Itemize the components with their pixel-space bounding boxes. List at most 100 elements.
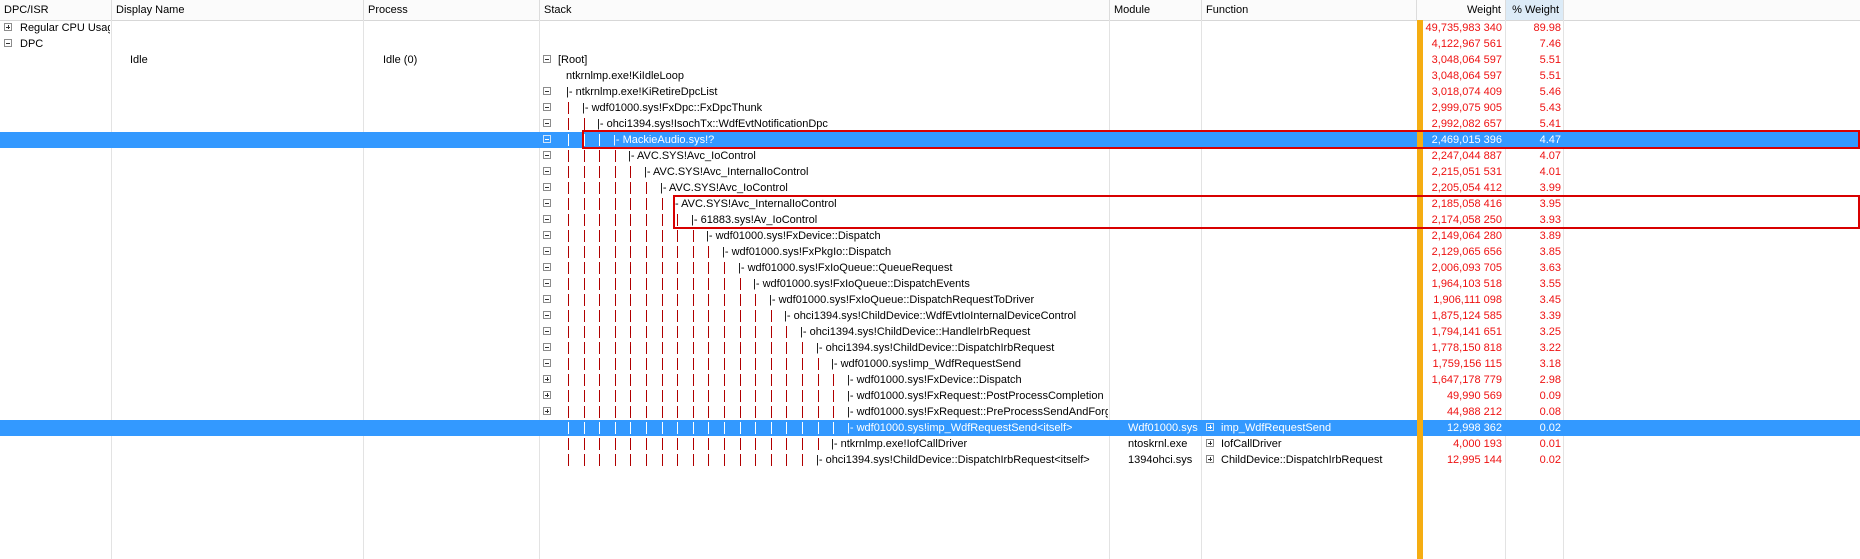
collapse-icon[interactable]: [543, 135, 551, 143]
pct-weight-cell: 5.51: [1539, 54, 1561, 66]
column-header-weight[interactable]: Weight: [1417, 0, 1506, 20]
table-row[interactable]: |- wdf01000.sys!FxDevice::Dispatch 2,149,…: [0, 228, 1860, 244]
column-header-dpc-isr[interactable]: DPC/ISR: [0, 0, 112, 20]
tree-guide-line: [693, 262, 694, 274]
table-row[interactable]: |- AVC.SYS!Avc_InternalIoControl 2,215,05…: [0, 164, 1860, 180]
pct-weight-cell: 3.45: [1539, 294, 1561, 306]
column-header-stack[interactable]: Stack: [540, 0, 1110, 20]
collapse-icon[interactable]: [543, 215, 551, 223]
tree-guide-line: [708, 326, 709, 338]
tree-guide-line: [802, 358, 803, 370]
table-header: DPC/ISR Display Name Process Stack Modul…: [0, 0, 1860, 21]
column-header-function[interactable]: Function: [1202, 0, 1417, 20]
tree-guide-line: [740, 438, 741, 450]
tree-guide-line: [708, 454, 709, 466]
collapse-icon[interactable]: [543, 311, 551, 319]
tree-guide-line: [615, 374, 616, 386]
tree-guide-line: [615, 166, 616, 178]
weight-cell: 1,906,111 098: [1433, 294, 1502, 306]
tree-guide-line: [786, 358, 787, 370]
column-header-module[interactable]: Module: [1110, 0, 1202, 20]
table-row[interactable]: |- AVC.SYS!Avc_IoControl 2,205,054 412 3.9…: [0, 180, 1860, 196]
table-row[interactable]: |- wdf01000.sys!FxIoQueue::DispatchEvent…: [0, 276, 1860, 292]
collapse-icon[interactable]: [4, 39, 12, 47]
tree-guide-line: [833, 406, 834, 418]
collapse-icon[interactable]: [543, 327, 551, 335]
collapse-icon[interactable]: [543, 231, 551, 239]
expand-icon[interactable]: [1206, 439, 1214, 447]
table-row[interactable]: |- ohci1394.sys!ChildDevice::WdfEvtIoInt…: [0, 308, 1860, 324]
collapse-icon[interactable]: [543, 183, 551, 191]
table-row[interactable]: |- ntkrnlmp.exe!KiRetireDpcList 3,018,074…: [0, 84, 1860, 100]
table-row[interactable]: |- MackieAudio.sys!? 2,469,015 396 4.47: [0, 132, 1860, 148]
column-header-display-name[interactable]: Display Name: [112, 0, 364, 20]
tree-guide-line: [646, 406, 647, 418]
tree-guide-line: [724, 406, 725, 418]
table-row[interactable]: |- ntkrnlmp.exe!IofCallDriver ntoskrnl.ex…: [0, 436, 1860, 452]
tree-guide-line: [599, 358, 600, 370]
collapse-icon[interactable]: [543, 167, 551, 175]
tree-guide-line: [615, 406, 616, 418]
expand-icon[interactable]: [543, 407, 551, 415]
weight-cell: 2,247,044 887: [1431, 150, 1502, 162]
table-row[interactable]: |- ohci1394.sys!ChildDevice::DispatchIrb…: [0, 340, 1860, 356]
column-header-process[interactable]: Process: [364, 0, 540, 20]
table-row[interactable]: |- ohci1394.sys!IsochTx::WdfEvtNotificat…: [0, 116, 1860, 132]
table-row[interactable]: |- wdf01000.sys!FxPkgIo::Dispatch 2,129,0…: [0, 244, 1860, 260]
pct-weight-cell: 3.22: [1539, 342, 1561, 354]
tree-guide-line: [646, 278, 647, 290]
table-row[interactable]: Regular CPU Usage 49,735,983 340 89.98: [0, 20, 1860, 36]
collapse-icon[interactable]: [543, 55, 551, 63]
pct-weight-cell: 3.85: [1539, 246, 1561, 258]
tree-guide-line: [646, 214, 647, 226]
tree-guide-line: [615, 342, 616, 354]
table-row[interactable]: |- ohci1394.sys!ChildDevice::HandleIrbRe…: [0, 324, 1860, 340]
collapse-icon[interactable]: [543, 103, 551, 111]
expand-icon[interactable]: [543, 375, 551, 383]
collapse-icon[interactable]: [543, 359, 551, 367]
collapse-icon[interactable]: [543, 119, 551, 127]
table-row[interactable]: - AVC.SYS!Avc_InternalIoControl 2,185,058…: [0, 196, 1860, 212]
collapse-icon[interactable]: [543, 295, 551, 303]
tree-guide-line: [646, 342, 647, 354]
expand-icon[interactable]: [543, 391, 551, 399]
table-row[interactable]: Idle Idle (0) [Root] 3,048,064 597 5.51: [0, 52, 1860, 68]
tree-guide-line: [771, 454, 772, 466]
table-row[interactable]: ntkrnlmp.exe!KiIdleLoop 3,048,064 597 5.51: [0, 68, 1860, 84]
expand-icon[interactable]: [4, 23, 12, 31]
collapse-icon[interactable]: [543, 263, 551, 271]
table-row[interactable]: |- wdf01000.sys!imp_WdfRequestSend 1,759,…: [0, 356, 1860, 372]
tree-guide-line: [802, 390, 803, 402]
tree-guide-line: [584, 454, 585, 466]
tree-guide-line: [740, 310, 741, 322]
expand-icon[interactable]: [1206, 423, 1214, 431]
table-row[interactable]: |- wdf01000.sys!FxDpc::FxDpcThunk 2,999,0…: [0, 100, 1860, 116]
stack-frame-cell: - AVC.SYS!Avc_InternalIoControl: [675, 198, 837, 210]
tree-guide-line: [740, 326, 741, 338]
expand-icon[interactable]: [1206, 455, 1214, 463]
column-header-pct-weight[interactable]: % Weight: [1506, 0, 1564, 20]
tree-guide-line: [677, 310, 678, 322]
collapse-icon[interactable]: [543, 199, 551, 207]
tree-guide-line: [693, 374, 694, 386]
table-row[interactable]: |- 61883.sys!Av_IoControl 2,174,058 250 3.…: [0, 212, 1860, 228]
table-row[interactable]: |- wdf01000.sys!FxIoQueue::QueueRequest 2…: [0, 260, 1860, 276]
tree-guide-line: [568, 438, 569, 450]
collapse-icon[interactable]: [543, 87, 551, 95]
stack-frame-cell: |- AVC.SYS!Avc_IoControl: [660, 182, 788, 194]
collapse-icon[interactable]: [543, 279, 551, 287]
table-row[interactable]: |- wdf01000.sys!FxRequest::PostProcessCo…: [0, 388, 1860, 404]
collapse-icon[interactable]: [543, 343, 551, 351]
table-row[interactable]: |- wdf01000.sys!FxDevice::Dispatch 1,647,…: [0, 372, 1860, 388]
table-row[interactable]: |- wdf01000.sys!imp_WdfRequestSend<itsel…: [0, 420, 1860, 436]
table-row[interactable]: |- ohci1394.sys!ChildDevice::DispatchIrb…: [0, 452, 1860, 468]
table-row[interactable]: |- wdf01000.sys!FxIoQueue::DispatchReque…: [0, 292, 1860, 308]
tree-guide-line: [568, 166, 569, 178]
collapse-icon[interactable]: [543, 247, 551, 255]
collapse-icon[interactable]: [543, 151, 551, 159]
table-row[interactable]: DPC 4,122,967 561 7.46: [0, 36, 1860, 52]
table-row[interactable]: |- wdf01000.sys!FxRequest::PreProcessSen…: [0, 404, 1860, 420]
tree-guide-line: [662, 214, 663, 226]
table-row[interactable]: |- AVC.SYS!Avc_IoControl 2,247,044 887 4.0…: [0, 148, 1860, 164]
tree-guide-line: [755, 438, 756, 450]
